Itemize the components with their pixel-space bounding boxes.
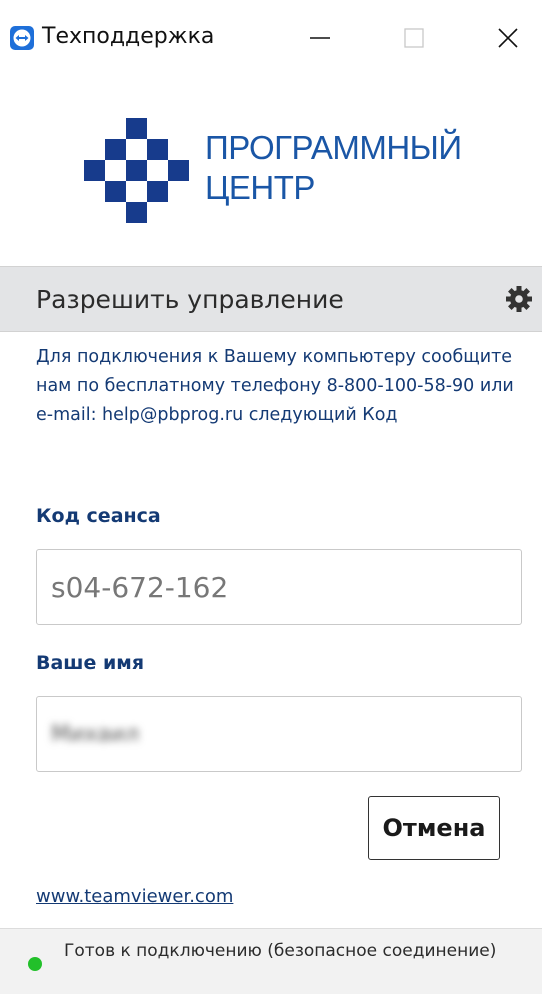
logo-area: ПРОГРАММНЫЙ ЦЕНТР [0,76,542,266]
your-name-field[interactable] [36,696,522,772]
maximize-icon [404,28,424,48]
maximize-button[interactable] [384,14,444,62]
logo-mark-icon [84,118,189,223]
status-indicator-icon [28,957,42,971]
your-name-label: Ваше имя [36,652,145,674]
status-text: Готов к подключению (безопасное соединен… [64,941,497,961]
section-header: Разрешить управление [0,266,542,332]
session-code-input[interactable] [37,550,521,624]
gear-icon[interactable] [504,284,534,314]
close-button[interactable] [478,14,538,62]
logo-text: ПРОГРАММНЫЙ ЦЕНТР [205,128,462,208]
title-bar: Техподдержка [0,0,542,77]
logo-line2: ЦЕНТР [205,169,315,206]
minimize-icon [310,37,330,39]
status-bar: Готов к подключению (безопасное соединен… [0,928,542,994]
teamviewer-icon [10,26,34,50]
teamviewer-link[interactable]: www.teamviewer.com [36,886,233,907]
instructions-text: Для подключения к Вашему компьютеру сооб… [36,347,514,425]
session-code-label: Код сеанса [36,505,161,527]
cancel-button[interactable]: Отмена [368,796,500,860]
minimize-button[interactable] [290,14,350,62]
session-code-field[interactable] [36,549,522,625]
close-icon [498,28,518,48]
window-title: Техподдержка [42,24,215,49]
logo-line1: ПРОГРАММНЫЙ [205,129,462,166]
your-name-input[interactable] [37,697,521,771]
section-title: Разрешить управление [36,285,344,314]
